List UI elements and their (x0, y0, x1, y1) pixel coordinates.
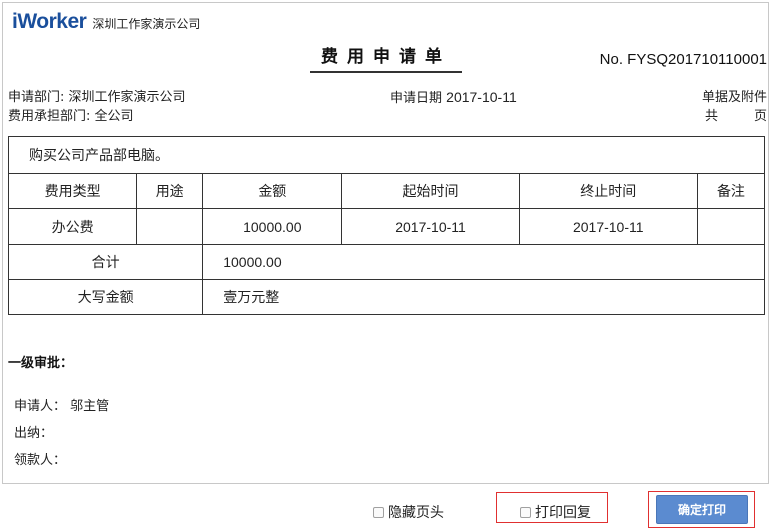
cell-end: 2017-10-11 (518, 208, 698, 245)
print-reply-label: 打印回复 (535, 505, 591, 521)
header-type: 费用类型 (7, 173, 138, 209)
description-cell: 购买公司产品部电脑。 (8, 136, 765, 174)
confirm-print-button[interactable]: 确定打印 (656, 495, 748, 524)
hide-header-checkbox[interactable] (373, 506, 384, 518)
company-name: 深圳工作家演示公司 (92, 17, 201, 31)
pages-suffix: 页 (753, 109, 767, 124)
attachment-info: 单据及附件 共 页 (702, 88, 767, 126)
applicant-line: 申请人： 邬主管 (14, 395, 109, 414)
page-title: 费用申请单 (310, 42, 462, 73)
cashier-label: 出纳： (14, 426, 54, 441)
header-purpose: 用途 (136, 173, 204, 209)
document-number: No. FYSQ201710110001 (599, 51, 767, 68)
applicant-label: 申请人： (14, 399, 67, 414)
iworker-logo: iWorker (12, 10, 87, 33)
brand-logo: iWorker 深圳工作家演示公司 (12, 10, 200, 34)
header-note: 备注 (696, 173, 766, 209)
cell-amount: 10000.00 (202, 208, 343, 245)
expense-table: 购买公司产品部电脑。 费用类型 用途 金额 起始时间 终止时间 备注 办公费 1… (7, 136, 766, 315)
date-label: 申请日期 (390, 91, 443, 106)
total-label: 合计 (7, 244, 204, 280)
date-info: 申请日期 2017-10-11 (390, 88, 517, 108)
payee-label: 领款人： (14, 453, 67, 468)
payee-line: 领款人： (14, 449, 66, 468)
hide-header-label: 隐藏页头 (388, 505, 444, 521)
date-value: 2017-10-11 (446, 89, 517, 105)
department-info: 申请部门: 深圳工作家演示公司 费用承担部门: 全公司 (8, 88, 186, 126)
print-reply-option[interactable]: 打印回复 (520, 502, 591, 522)
capital-value: 壹万元整 (202, 279, 765, 315)
applicant-value: 邬主管 (70, 399, 110, 414)
attach-label: 单据及附件 (701, 90, 767, 105)
header-amount: 金额 (202, 173, 343, 209)
cell-type: 办公费 (7, 208, 138, 245)
cell-start: 2017-10-11 (341, 208, 520, 245)
table-row: 办公费 10000.00 2017-10-11 2017-10-11 (7, 208, 766, 245)
capital-row: 大写金额 壹万元整 (7, 279, 765, 315)
dept-value: 深圳工作家演示公司 (68, 90, 186, 105)
bearer-label: 费用承担部门: (8, 109, 91, 124)
cashier-line: 出纳： (14, 422, 53, 441)
approval-title: 一级审批： (8, 356, 74, 371)
bearer-value: 全公司 (94, 109, 134, 124)
cell-note (696, 208, 766, 245)
header-start: 起始时间 (341, 173, 520, 209)
capital-label: 大写金额 (7, 279, 204, 315)
table-header-row: 费用类型 用途 金额 起始时间 终止时间 备注 (7, 173, 766, 209)
print-reply-checkbox[interactable] (520, 506, 531, 518)
dept-label: 申请部门: (8, 90, 65, 105)
total-value: 10000.00 (202, 244, 765, 280)
header-end: 终止时间 (518, 173, 698, 209)
total-row: 合计 10000.00 (7, 244, 765, 280)
cell-purpose (136, 208, 204, 245)
pages-prefix: 共 (704, 109, 718, 124)
hide-header-option[interactable]: 隐藏页头 (373, 502, 444, 522)
